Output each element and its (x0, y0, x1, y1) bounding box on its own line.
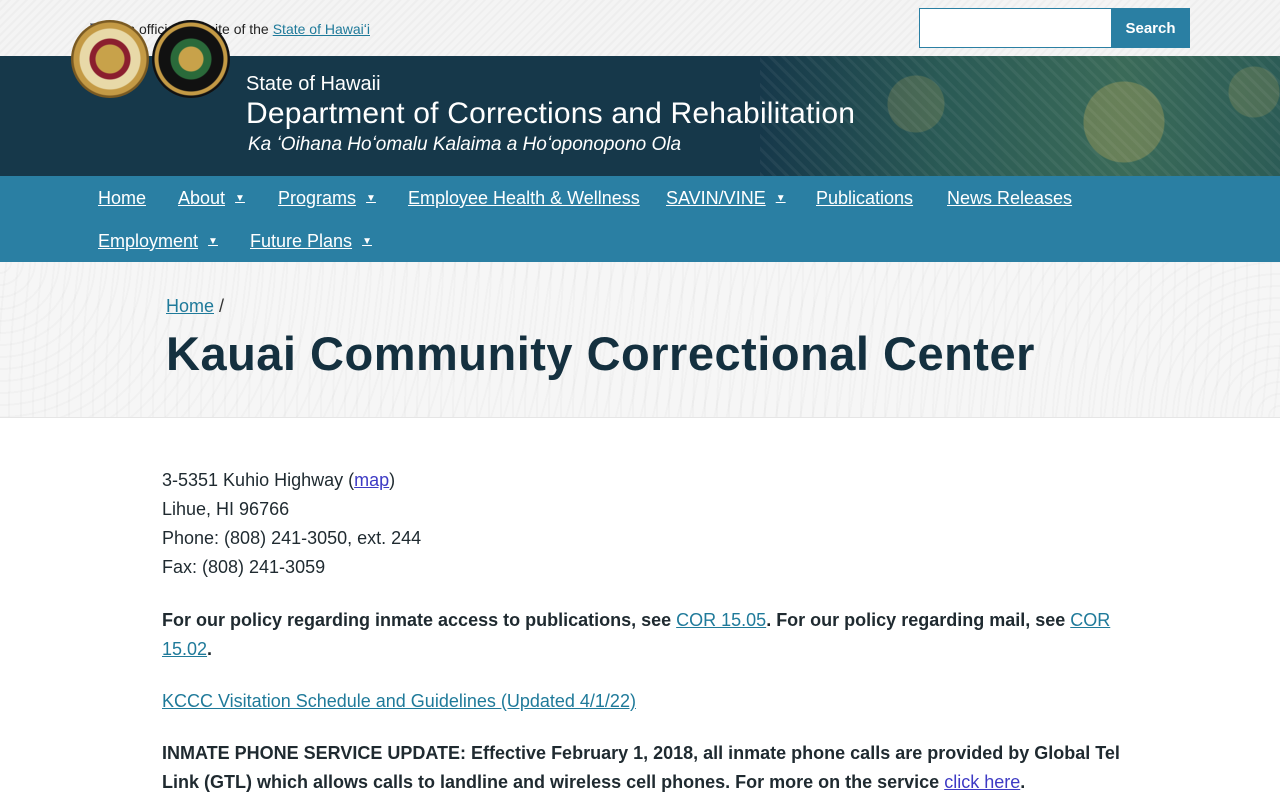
nav-item-label: Future Plans (250, 230, 353, 251)
page-title: Kauai Community Correctional Center (166, 327, 1035, 380)
caret-down-icon: ▼ (775, 192, 786, 204)
address-close-paren: ) (389, 470, 396, 490)
policy-text-1: For our policy regarding inmate access t… (162, 610, 677, 630)
nav-item-publications[interactable]: Publications (816, 188, 913, 208)
cor-15-05-link[interactable]: COR 15.05 (676, 610, 766, 630)
map-link[interactable]: map (354, 470, 389, 490)
nav-item-future-plans[interactable]: Future Plans ▼ (250, 231, 372, 251)
phone-service-update-paragraph: INMATE PHONE SERVICE UPDATE: Effective F… (162, 739, 1122, 797)
address-street-text: 3-5351 Kuhio Highway ( (162, 470, 355, 490)
nav-item-label: Publications (816, 187, 914, 208)
state-seal-logo[interactable] (71, 20, 149, 98)
caret-down-icon: ▼ (235, 192, 245, 204)
caret-down-icon: ▼ (366, 192, 376, 204)
search-button[interactable]: Search (1111, 8, 1190, 48)
fax-number: Fax: (808) 241-3059 (162, 557, 326, 577)
department-seal-logo[interactable] (152, 20, 230, 98)
nav-item-label: News Releases (947, 187, 1073, 208)
nav-item-label: SAVIN/VINE (666, 187, 766, 208)
main-navigation: Home About ▼ Programs ▼ Employee Health … (0, 176, 1280, 262)
policy-text-2: . For our policy regarding mail, see (766, 610, 1071, 630)
main-content: 3-5351 Kuhio Highway (map) Lihue, HI 967… (162, 466, 1122, 797)
phone-update-end: . (1020, 772, 1026, 792)
breadcrumb: Home / (166, 296, 224, 317)
search-input[interactable] (919, 8, 1111, 48)
nav-item-programs[interactable]: Programs ▼ (278, 188, 376, 208)
visitation-schedule-link[interactable]: KCCC Visitation Schedule and Guidelines … (162, 691, 636, 711)
nav-item-label: Employment (98, 230, 199, 251)
caret-down-icon: ▼ (362, 235, 372, 247)
nav-item-label: Employee Health & Wellness (408, 187, 640, 208)
nav-item-label: Home (98, 187, 147, 208)
site-search-form: Search (919, 8, 1190, 48)
department-motto: Ka ʻOihana Hoʻomalu Kalaima a Hoʻoponopo… (248, 134, 682, 155)
address-city: Lihue, HI 96766 (162, 499, 290, 519)
state-name: State of Hawaii (246, 73, 381, 95)
policy-paragraph: For our policy regarding inmate access t… (162, 606, 1122, 664)
nav-item-label: About (178, 187, 226, 208)
nav-item-label: Programs (278, 187, 357, 208)
nav-item-home[interactable]: Home (98, 188, 146, 208)
breadcrumb-home-link[interactable]: Home (166, 296, 214, 317)
breadcrumb-separator: / (219, 296, 225, 316)
visitation-paragraph: KCCC Visitation Schedule and Guidelines … (162, 687, 1122, 716)
caret-down-icon: ▼ (208, 235, 218, 247)
address-street: 3-5351 Kuhio Highway (map) (162, 466, 1122, 495)
nav-item-about[interactable]: About ▼ (178, 188, 245, 208)
department-title-link[interactable]: Department of Corrections and Rehabilita… (246, 97, 855, 131)
nav-item-savin-vine[interactable]: SAVIN/VINE ▼ (666, 188, 786, 208)
click-here-link[interactable]: click here (944, 772, 1020, 792)
policy-text-3: . (207, 639, 213, 659)
nav-item-employment[interactable]: Employment ▼ (98, 231, 218, 251)
nav-item-employee-health-wellness[interactable]: Employee Health & Wellness (408, 188, 640, 208)
phone-number: Phone: (808) 241-3050, ext. 244 (162, 528, 422, 548)
nav-item-news-releases[interactable]: News Releases (947, 188, 1072, 208)
state-of-hawaii-link[interactable]: State of Hawaiʻi (273, 21, 370, 37)
